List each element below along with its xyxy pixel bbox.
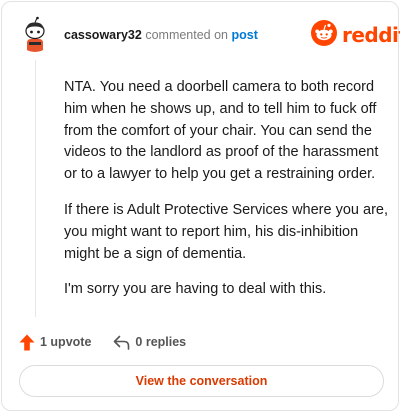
snoo-avatar-icon[interactable] [17, 16, 53, 52]
comment-paragraph-1: NTA. You need a doorbell camera to both … [64, 79, 379, 183]
thread-line[interactable] [35, 60, 36, 317]
reddit-logo-icon [311, 19, 337, 51]
username-link[interactable]: cassowary32 [64, 28, 142, 42]
post-link[interactable]: post [232, 28, 258, 42]
comment-card: cassowary32 commented on post reddit NTA… [1, 1, 400, 411]
view-conversation-button[interactable]: View the conversation [19, 365, 384, 397]
upvote-count: 1 upvote [40, 335, 92, 349]
comment-footer: 1 upvote 0 replies [19, 332, 186, 352]
replies-button[interactable]: 0 replies [113, 335, 186, 350]
reddit-brand[interactable]: reddit [311, 19, 400, 51]
upvote-button[interactable]: 1 upvote [19, 334, 91, 351]
upvote-arrow-icon [19, 334, 35, 351]
comment-paragraph-2: If there is Adult Protective Services wh… [64, 201, 388, 262]
comment-body: NTA. You need a doorbell camera to both … [64, 77, 389, 315]
replies-count: 0 replies [135, 335, 187, 349]
reddit-wordmark: reddit [342, 23, 400, 47]
comment-header: cassowary32 commented on post [64, 27, 258, 43]
reply-arrow-icon [113, 335, 130, 350]
comment-paragraph-3: I'm sorry you are having to deal with th… [64, 281, 327, 298]
action-text: commented on [145, 28, 229, 42]
